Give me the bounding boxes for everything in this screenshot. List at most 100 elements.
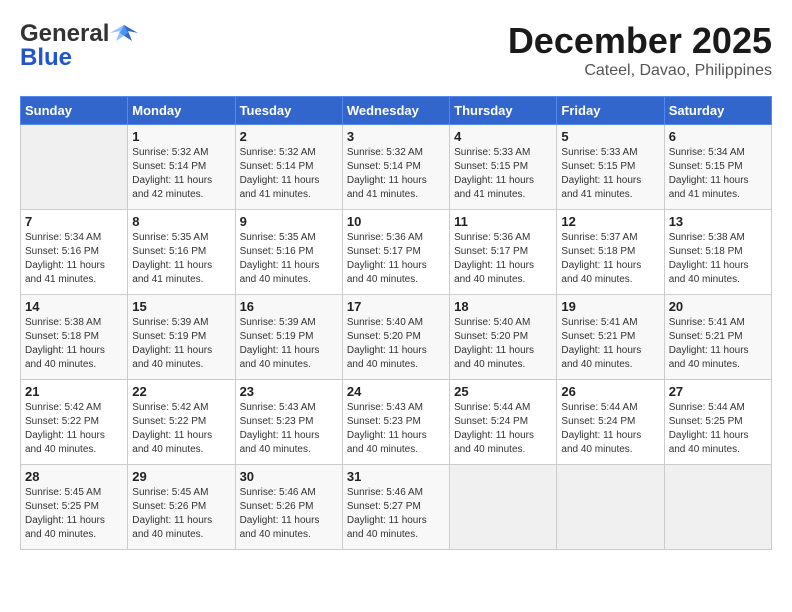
- day-number: 25: [454, 384, 552, 399]
- calendar-cell: [664, 465, 771, 550]
- calendar-cell: 3 Sunrise: 5:32 AMSunset: 5:14 PMDaylight…: [342, 125, 449, 210]
- weekday-header-saturday: Saturday: [664, 97, 771, 125]
- calendar-cell: 24 Sunrise: 5:43 AMSunset: 5:23 PMDayligh…: [342, 380, 449, 465]
- calendar-cell: 8Sunrise: 5:35 AMSunset: 5:16 PMDaylight…: [128, 210, 235, 295]
- cell-content: Sunrise: 5:38 AMSunset: 5:18 PMDaylight:…: [25, 316, 123, 372]
- calendar-cell: 31 Sunrise: 5:46 AMSunset: 5:27 PMDayligh…: [342, 465, 449, 550]
- weekday-header-monday: Monday: [128, 97, 235, 125]
- calendar-week-row: 21Sunrise: 5:42 AMSunset: 5:22 PMDayligh…: [21, 380, 772, 465]
- cell-content: Sunrise: 5:35 AMSunset: 5:16 PMDaylight:…: [240, 231, 338, 287]
- day-number: 20: [669, 299, 767, 314]
- calendar-cell: 13 Sunrise: 5:38 AMSunset: 5:18 PMDayligh…: [664, 210, 771, 295]
- calendar-cell: 27 Sunrise: 5:44 AMSunset: 5:25 PMDayligh…: [664, 380, 771, 465]
- logo: General Blue: [20, 20, 139, 72]
- cell-content: Sunrise: 5:39 AMSunset: 5:19 PMDaylight:…: [132, 316, 230, 372]
- calendar-cell: 1 Sunrise: 5:32 AMSunset: 5:14 PMDaylight…: [128, 125, 235, 210]
- calendar-cell: [557, 465, 664, 550]
- cell-content: Sunrise: 5:39 AMSunset: 5:19 PMDaylight:…: [240, 316, 338, 372]
- calendar-cell: 28 Sunrise: 5:45 AMSunset: 5:25 PMDayligh…: [21, 465, 128, 550]
- cell-content: Sunrise: 5:32 AMSunset: 5:14 PMDaylight:…: [240, 146, 338, 202]
- weekday-header-sunday: Sunday: [21, 97, 128, 125]
- day-number: 3: [347, 129, 445, 144]
- calendar-cell: 30 Sunrise: 5:46 AMSunset: 5:26 PMDayligh…: [235, 465, 342, 550]
- cell-content: Sunrise: 5:32 AMSunset: 5:14 PMDaylight:…: [132, 146, 230, 202]
- day-number: 4: [454, 129, 552, 144]
- cell-content: Sunrise: 5:38 AMSunset: 5:18 PMDaylight:…: [669, 231, 767, 287]
- cell-content: Sunrise: 5:45 AMSunset: 5:25 PMDaylight:…: [25, 486, 123, 542]
- weekday-header-friday: Friday: [557, 97, 664, 125]
- calendar-cell: 23Sunrise: 5:43 AMSunset: 5:23 PMDayligh…: [235, 380, 342, 465]
- title-block: December 2025 Cateel, Davao, Philippines: [508, 20, 772, 80]
- cell-content: Sunrise: 5:34 AMSunset: 5:16 PMDaylight:…: [25, 231, 123, 287]
- calendar-cell: 25Sunrise: 5:44 AMSunset: 5:24 PMDayligh…: [450, 380, 557, 465]
- calendar-cell: 4 Sunrise: 5:33 AMSunset: 5:15 PMDaylight…: [450, 125, 557, 210]
- day-number: 28: [25, 469, 123, 484]
- cell-content: Sunrise: 5:42 AMSunset: 5:22 PMDaylight:…: [132, 401, 230, 457]
- calendar-cell: 20Sunrise: 5:41 AMSunset: 5:21 PMDayligh…: [664, 295, 771, 380]
- cell-content: Sunrise: 5:40 AMSunset: 5:20 PMDaylight:…: [454, 316, 552, 372]
- day-number: 22: [132, 384, 230, 399]
- day-number: 5: [561, 129, 659, 144]
- day-number: 27: [669, 384, 767, 399]
- calendar-cell: 6Sunrise: 5:34 AMSunset: 5:15 PMDaylight…: [664, 125, 771, 210]
- day-number: 29: [132, 469, 230, 484]
- calendar-table: SundayMondayTuesdayWednesdayThursdayFrid…: [20, 96, 772, 550]
- cell-content: Sunrise: 5:45 AMSunset: 5:26 PMDaylight:…: [132, 486, 230, 542]
- calendar-week-row: 28 Sunrise: 5:45 AMSunset: 5:25 PMDayligh…: [21, 465, 772, 550]
- cell-content: Sunrise: 5:43 AMSunset: 5:23 PMDaylight:…: [347, 401, 445, 457]
- day-number: 14: [25, 299, 123, 314]
- cell-content: Sunrise: 5:44 AMSunset: 5:25 PMDaylight:…: [669, 401, 767, 457]
- logo-bird-icon: [110, 23, 138, 45]
- day-number: 26: [561, 384, 659, 399]
- calendar-cell: 14 Sunrise: 5:38 AMSunset: 5:18 PMDayligh…: [21, 295, 128, 380]
- cell-content: Sunrise: 5:32 AMSunset: 5:14 PMDaylight:…: [347, 146, 445, 202]
- location-subtitle: Cateel, Davao, Philippines: [508, 62, 772, 80]
- weekday-header-thursday: Thursday: [450, 97, 557, 125]
- calendar-cell: 19Sunrise: 5:41 AMSunset: 5:21 PMDayligh…: [557, 295, 664, 380]
- cell-content: Sunrise: 5:34 AMSunset: 5:15 PMDaylight:…: [669, 146, 767, 202]
- cell-content: Sunrise: 5:33 AMSunset: 5:15 PMDaylight:…: [454, 146, 552, 202]
- day-number: 30: [240, 469, 338, 484]
- cell-content: Sunrise: 5:40 AMSunset: 5:20 PMDaylight:…: [347, 316, 445, 372]
- calendar-week-row: 7 Sunrise: 5:34 AMSunset: 5:16 PMDaylight…: [21, 210, 772, 295]
- calendar-cell: 10 Sunrise: 5:36 AMSunset: 5:17 PMDayligh…: [342, 210, 449, 295]
- calendar-cell: 2Sunrise: 5:32 AMSunset: 5:14 PMDaylight…: [235, 125, 342, 210]
- calendar-cell: [450, 465, 557, 550]
- day-number: 18: [454, 299, 552, 314]
- calendar-cell: 5 Sunrise: 5:33 AMSunset: 5:15 PMDaylight…: [557, 125, 664, 210]
- cell-content: Sunrise: 5:33 AMSunset: 5:15 PMDaylight:…: [561, 146, 659, 202]
- cell-content: Sunrise: 5:36 AMSunset: 5:17 PMDaylight:…: [454, 231, 552, 287]
- calendar-cell: [21, 125, 128, 210]
- cell-content: Sunrise: 5:35 AMSunset: 5:16 PMDaylight:…: [132, 231, 230, 287]
- day-number: 23: [240, 384, 338, 399]
- cell-content: Sunrise: 5:46 AMSunset: 5:26 PMDaylight:…: [240, 486, 338, 542]
- logo-blue: Blue: [20, 44, 72, 72]
- day-number: 24: [347, 384, 445, 399]
- cell-content: Sunrise: 5:37 AMSunset: 5:18 PMDaylight:…: [561, 231, 659, 287]
- calendar-cell: 22 Sunrise: 5:42 AMSunset: 5:22 PMDayligh…: [128, 380, 235, 465]
- weekday-header-row: SundayMondayTuesdayWednesdayThursdayFrid…: [21, 97, 772, 125]
- page-header: General Blue December 2025 Cateel, Davao…: [20, 20, 772, 80]
- day-number: 1: [132, 129, 230, 144]
- day-number: 7: [25, 214, 123, 229]
- calendar-cell: 18 Sunrise: 5:40 AMSunset: 5:20 PMDayligh…: [450, 295, 557, 380]
- day-number: 11: [454, 214, 552, 229]
- cell-content: Sunrise: 5:46 AMSunset: 5:27 PMDaylight:…: [347, 486, 445, 542]
- calendar-cell: 17 Sunrise: 5:40 AMSunset: 5:20 PMDayligh…: [342, 295, 449, 380]
- cell-content: Sunrise: 5:44 AMSunset: 5:24 PMDaylight:…: [561, 401, 659, 457]
- calendar-week-row: 1 Sunrise: 5:32 AMSunset: 5:14 PMDaylight…: [21, 125, 772, 210]
- cell-content: Sunrise: 5:41 AMSunset: 5:21 PMDaylight:…: [561, 316, 659, 372]
- calendar-cell: 12Sunrise: 5:37 AMSunset: 5:18 PMDayligh…: [557, 210, 664, 295]
- day-number: 9: [240, 214, 338, 229]
- day-number: 13: [669, 214, 767, 229]
- day-number: 17: [347, 299, 445, 314]
- calendar-cell: 7 Sunrise: 5:34 AMSunset: 5:16 PMDaylight…: [21, 210, 128, 295]
- day-number: 31: [347, 469, 445, 484]
- calendar-cell: 29 Sunrise: 5:45 AMSunset: 5:26 PMDayligh…: [128, 465, 235, 550]
- day-number: 10: [347, 214, 445, 229]
- calendar-cell: 26 Sunrise: 5:44 AMSunset: 5:24 PMDayligh…: [557, 380, 664, 465]
- calendar-cell: 16Sunrise: 5:39 AMSunset: 5:19 PMDayligh…: [235, 295, 342, 380]
- calendar-week-row: 14 Sunrise: 5:38 AMSunset: 5:18 PMDayligh…: [21, 295, 772, 380]
- cell-content: Sunrise: 5:36 AMSunset: 5:17 PMDaylight:…: [347, 231, 445, 287]
- cell-content: Sunrise: 5:42 AMSunset: 5:22 PMDaylight:…: [25, 401, 123, 457]
